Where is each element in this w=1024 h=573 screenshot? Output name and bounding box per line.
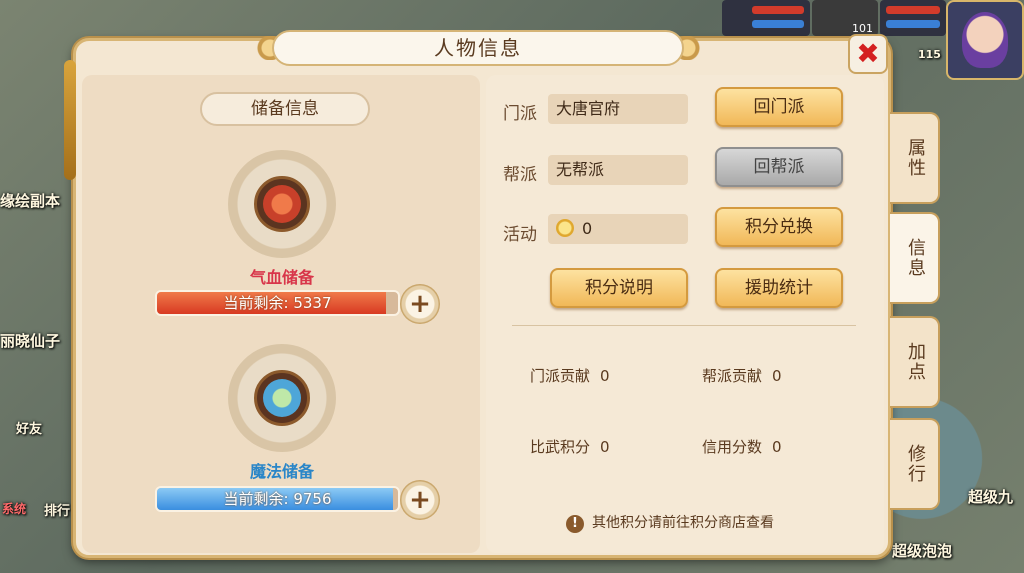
sect-contribution-value: 0 — [600, 367, 610, 385]
mp-remaining-value: 9756 — [293, 490, 332, 508]
storage-section-title: 储备信息 — [200, 92, 370, 126]
info-divider — [512, 325, 856, 326]
assist-stats-button[interactable]: 援助统计 — [715, 268, 843, 308]
close-button[interactable]: ✖ — [848, 34, 888, 74]
hud-mp-bar-2 — [886, 20, 940, 28]
hp-bowl-frame — [228, 150, 336, 258]
guild-contribution-value: 0 — [772, 367, 782, 385]
mp-storage-bar: 当前剩余: 9756 — [155, 486, 400, 512]
tab-cultivation[interactable]: 修行 — [890, 418, 940, 510]
hp-storage-bar: 当前剩余: 5337 — [155, 290, 400, 316]
mp-remaining-label: 当前剩余: — [223, 490, 289, 508]
arena-points-value: 0 — [600, 438, 610, 456]
dungeon-label[interactable]: 缘绘副本 — [0, 190, 60, 211]
guild-value: 无帮派 — [548, 155, 688, 185]
plus-icon: + — [409, 289, 431, 319]
hp-storage-name: 气血储备 — [249, 268, 314, 287]
add-mp-storage-button[interactable]: + — [400, 480, 440, 520]
tassel-decoration-icon — [64, 60, 76, 180]
hud-hp-bar — [752, 6, 804, 14]
sect-value: 大唐官府 — [548, 94, 688, 124]
panel-title: 人物信息 — [272, 30, 684, 66]
player-avatar[interactable] — [946, 0, 1024, 80]
guild-contribution-stat: 帮派贡献 0 — [702, 365, 782, 386]
mp-bowl-icon — [254, 370, 310, 426]
hp-soup-icon — [263, 185, 301, 223]
activity-field: 0 — [548, 214, 688, 244]
hp-remaining-value: 5337 — [293, 294, 332, 312]
add-hp-storage-button[interactable]: + — [400, 284, 440, 324]
npc-label[interactable]: 丽晓仙子 — [0, 330, 60, 351]
tab-info[interactable]: 信息 — [890, 212, 940, 304]
activity-coin-icon — [556, 219, 574, 237]
sect-contribution-label: 门派贡献 — [530, 367, 591, 385]
guild-contribution-label: 帮派贡献 — [702, 367, 763, 385]
arena-points-label: 比武积分 — [530, 438, 591, 456]
right-name-2: 超级泡泡 — [892, 542, 953, 560]
return-guild-button[interactable]: 回帮派 — [715, 147, 843, 187]
hud-portrait-1[interactable]: 101 — [812, 0, 878, 36]
mp-bowl-frame — [228, 344, 336, 452]
hp-bowl-icon — [254, 176, 310, 232]
activity-value: 0 — [582, 219, 593, 238]
credit-score-stat: 信用分数 0 — [702, 436, 782, 457]
points-exchange-button[interactable]: 积分兑换 — [715, 207, 843, 247]
avatar-portrait-icon — [962, 12, 1008, 68]
mp-soup-icon — [263, 379, 301, 417]
close-icon: ✖ — [856, 37, 880, 70]
hud-status-1 — [722, 0, 810, 36]
info-alert-icon: ! — [566, 515, 584, 533]
hp-storage-text: 当前剩余: 5337 — [157, 292, 398, 314]
friends-label[interactable]: 好友 — [16, 418, 42, 437]
guild-label: 帮派 — [503, 165, 537, 185]
points-explain-button[interactable]: 积分说明 — [550, 268, 688, 308]
points-note-text: 其他积分请前往积分商店查看 — [592, 515, 774, 531]
rank-label[interactable]: 排行 — [44, 500, 70, 519]
sect-contribution-stat: 门派贡献 0 — [530, 365, 610, 386]
hud-hp-bar-2 — [886, 6, 940, 14]
hud-level-2: 115 — [918, 48, 941, 61]
sect-label: 门派 — [503, 104, 537, 124]
tab-add-points[interactable]: 加点 — [890, 316, 940, 408]
return-sect-button[interactable]: 回门派 — [715, 87, 843, 127]
credit-score-label: 信用分数 — [702, 438, 763, 456]
credit-score-value: 0 — [772, 438, 782, 456]
hud-mp-bar — [752, 20, 804, 28]
mp-storage-name: 魔法储备 — [249, 462, 314, 481]
plus-icon: + — [409, 485, 431, 515]
points-note: ! 其他积分请前往积分商店查看 — [566, 512, 774, 533]
hp-remaining-label: 当前剩余: — [223, 294, 289, 312]
system-tag: 系统 — [2, 502, 27, 516]
mp-storage-text: 当前剩余: 9756 — [157, 488, 398, 510]
tab-attributes[interactable]: 属性 — [890, 112, 940, 204]
hud-status-2 — [880, 0, 946, 36]
activity-label: 活动 — [503, 225, 537, 245]
right-name-1: 超级九 — [968, 488, 1014, 506]
arena-points-stat: 比武积分 0 — [530, 436, 610, 457]
